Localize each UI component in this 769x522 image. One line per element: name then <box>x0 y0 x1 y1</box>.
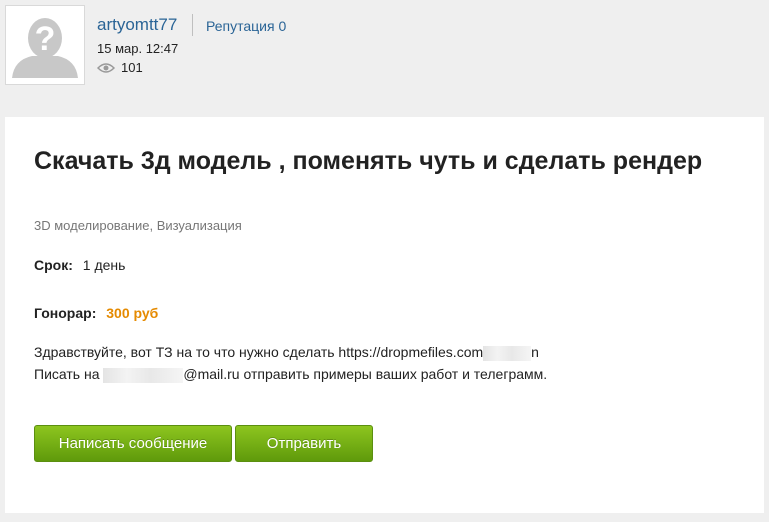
description-line: Писать на @mail.ru отправить примеры ваш… <box>34 363 547 385</box>
redacted-blur <box>103 367 184 383</box>
deadline-row: Срок: 1 день <box>34 257 125 273</box>
views-counter: 101 <box>97 60 143 75</box>
task-categories: 3D моделирование, Визуализация <box>34 218 242 233</box>
reputation-link[interactable]: Репутация 0 <box>206 18 286 34</box>
post-date: 15 мар. 12:47 <box>97 41 179 56</box>
task-title: Скачать 3д модель , поменять чуть и сдел… <box>34 147 703 175</box>
fee-value: 300 руб <box>106 305 159 321</box>
task-header: ? artyomtt77 Репутация 0 15 мар. 12:47 1… <box>0 0 769 110</box>
deadline-value: 1 день <box>82 257 126 273</box>
task-card: Скачать 3д модель , поменять чуть и сдел… <box>5 117 764 513</box>
username-link[interactable]: artyomtt77 <box>97 15 177 35</box>
fee-label: Гонорар: <box>34 305 97 321</box>
description-text: @mail.ru отправить примеры ваших работ и… <box>183 366 548 382</box>
avatar[interactable]: ? <box>5 5 85 85</box>
eye-icon <box>97 62 115 73</box>
divider <box>192 14 193 36</box>
views-count: 101 <box>121 60 143 75</box>
description-line: Здравствуйте, вот ТЗ на то что нужно сде… <box>34 341 547 363</box>
task-description: Здравствуйте, вот ТЗ на то что нужно сде… <box>34 341 547 385</box>
default-avatar-icon: ? <box>12 18 78 78</box>
fee-row: Гонорар: 300 руб <box>34 305 158 321</box>
deadline-label: Срок: <box>34 257 73 273</box>
svg-text:?: ? <box>35 20 56 58</box>
description-text: Писать на <box>34 366 104 382</box>
redacted-blur <box>483 345 532 361</box>
description-text: Здравствуйте, вот ТЗ на то что нужно сде… <box>34 344 484 360</box>
description-text: n <box>531 344 539 360</box>
write-message-button[interactable]: Написать сообщение <box>34 425 232 462</box>
send-button[interactable]: Отправить <box>235 425 373 462</box>
